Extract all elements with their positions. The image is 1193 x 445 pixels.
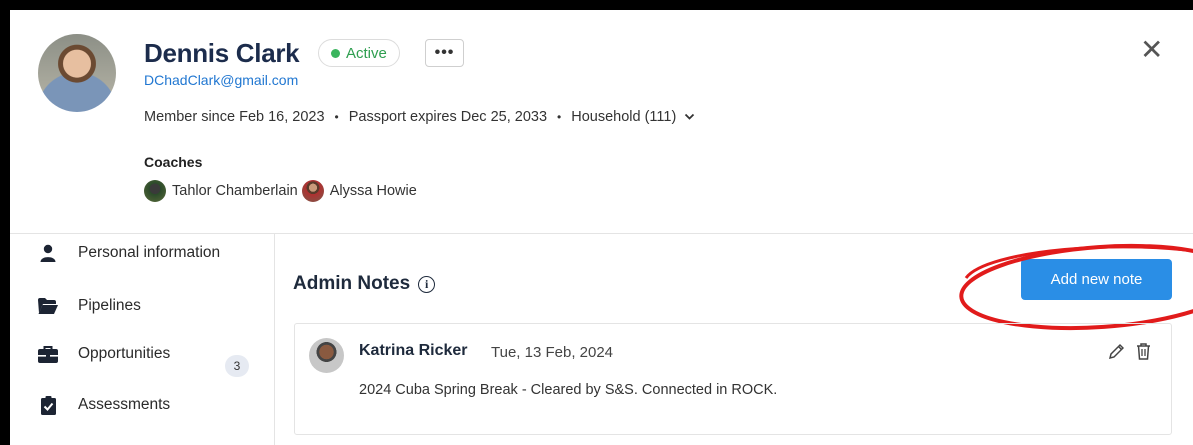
passport-expiry: Passport expires Dec 25, 2033 (348, 109, 548, 125)
coach-avatar (301, 180, 324, 202)
member-meta-row: Member since Feb 16, 2023 • Passport exp… (144, 109, 695, 125)
briefcase-icon (38, 345, 58, 363)
member-since: Member since Feb 16, 2023 (144, 109, 325, 125)
person-icon (38, 244, 58, 262)
coach-avatar (144, 180, 166, 202)
note-actions (1108, 342, 1152, 360)
household-dropdown[interactable]: Household (111) (571, 109, 695, 125)
folder-icon (38, 297, 58, 315)
household-label: Household (111) (571, 109, 677, 125)
admin-notes-label: Admin Notes (293, 273, 411, 294)
member-email-link[interactable]: DChadClark@gmail.com (144, 72, 298, 88)
sidebar-divider (274, 234, 275, 445)
sidebar-item-assessments[interactable]: Assessments (38, 395, 171, 415)
opportunities-count-badge: 3 (225, 355, 249, 377)
status-label: Active (346, 44, 387, 62)
pencil-edit-icon[interactable] (1108, 342, 1124, 360)
note-author-avatar (309, 338, 344, 373)
coaches-heading: Coaches (144, 154, 203, 170)
status-badge: Active (318, 39, 400, 67)
add-new-note-button[interactable]: Add new note (1021, 259, 1172, 300)
admin-notes-title: Admin Notes i (293, 273, 436, 295)
separator: • (334, 110, 339, 124)
trash-icon[interactable] (1136, 342, 1152, 360)
note-author: Katrina Ricker (359, 342, 468, 359)
coaches-list: Tahlor Chamberlain Alyssa Howie (144, 180, 417, 202)
member-name: Dennis Clark (144, 38, 300, 68)
member-avatar (38, 34, 116, 112)
note-card: Katrina Ricker Tue, 13 Feb, 2024 2024 Cu… (294, 323, 1172, 435)
close-icon[interactable]: ✕ (1140, 36, 1163, 64)
sidebar-item-personal-information[interactable]: Personal information (38, 244, 220, 262)
more-options-button[interactable]: ••• (425, 39, 464, 67)
clipboard-check-icon (38, 395, 58, 415)
coach-name[interactable]: Tahlor Chamberlain (172, 183, 298, 199)
note-date: Tue, 13 Feb, 2024 (491, 344, 614, 361)
member-profile-panel: Dennis Clark Active ••• DChadClark@gmail… (10, 10, 1193, 445)
note-text: 2024 Cuba Spring Break - Cleared by S&S.… (359, 382, 778, 398)
sidebar-item-label: Opportunities (78, 345, 171, 362)
sidebar-item-opportunities[interactable]: Opportunities (38, 345, 170, 363)
sidebar-item-label: Personal information (78, 244, 221, 261)
separator: • (557, 110, 562, 124)
sidebar-item-label: Assessments (78, 396, 171, 413)
coach-name[interactable]: Alyssa Howie (330, 183, 417, 199)
header-divider (10, 233, 1193, 234)
active-dot-icon (331, 48, 340, 58)
sidebar-item-pipelines[interactable]: Pipelines (38, 297, 141, 315)
info-icon[interactable]: i (418, 275, 436, 293)
sidebar-item-label: Pipelines (78, 297, 141, 314)
chevron-down-icon (685, 113, 695, 120)
